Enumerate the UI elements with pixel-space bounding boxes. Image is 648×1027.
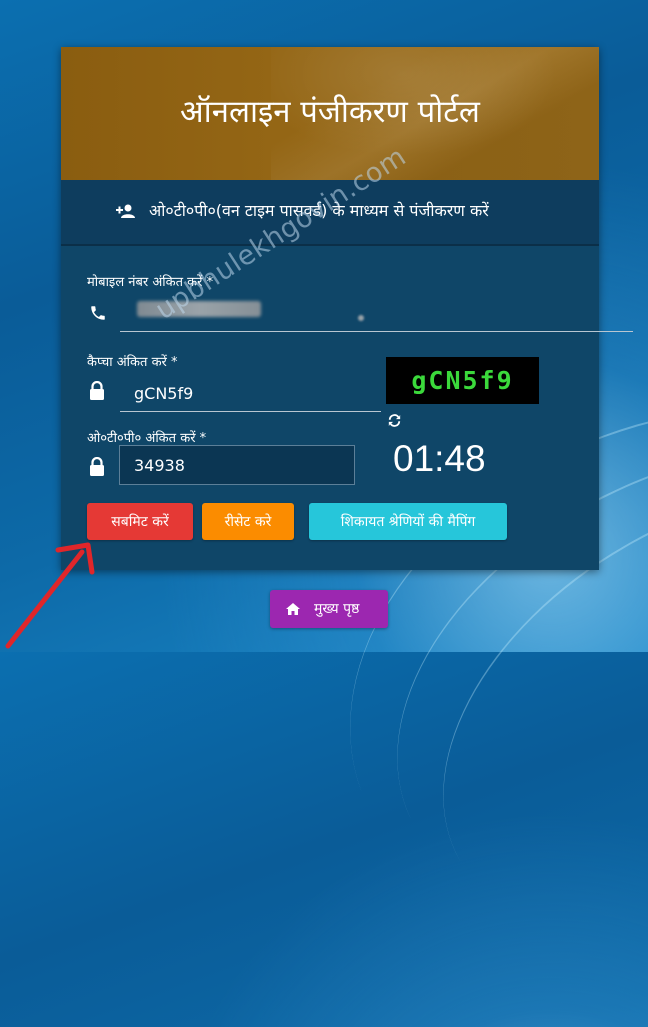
registration-card: ऑनलाइन पंजीकरण पोर्टल ओ०टी०पी०(वन टाइम प… — [61, 47, 633, 570]
refresh-icon[interactable] — [386, 412, 403, 429]
lock-icon — [90, 457, 104, 476]
page-title: ऑनलाइन पंजीकरण पोर्टल — [180, 94, 480, 130]
home-button-label: मुख्य पृष्ठ — [314, 601, 360, 617]
captcha-input[interactable] — [120, 375, 381, 412]
home-icon — [286, 603, 300, 615]
lock-icon — [90, 381, 104, 400]
masked-mobile-number — [358, 315, 364, 321]
captcha-image: gCN5f9 — [386, 357, 539, 404]
phone-icon — [91, 306, 105, 320]
otp-timer: 01:48 — [393, 438, 486, 479]
reset-button[interactable]: रीसेट करे — [202, 503, 294, 540]
portal-header: ऑनलाइन पंजीकरण पोर्टल — [61, 47, 599, 180]
captcha-label: कैप्चा अंकित करें * — [87, 355, 178, 370]
home-button[interactable]: मुख्य पृष्ठ — [270, 590, 388, 628]
otp-input[interactable] — [119, 445, 355, 485]
red-arrow-annotation — [5, 542, 95, 649]
add-user-icon — [116, 204, 135, 218]
otp-label: ओ०टी०पी० अंकित करें * — [87, 431, 207, 446]
complaint-mapping-button[interactable]: शिकायत श्रेणियों की मैपिंग — [309, 503, 507, 540]
submit-button[interactable]: सबमिट करें — [87, 503, 193, 540]
